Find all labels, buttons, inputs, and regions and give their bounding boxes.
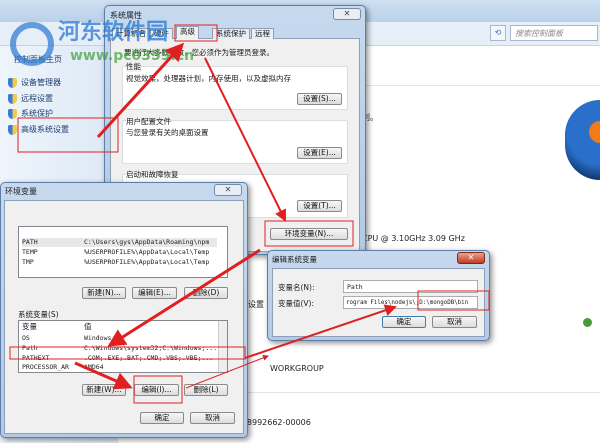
change-settings-icon[interactable] bbox=[583, 318, 592, 327]
watermark-name: 河东软件园 bbox=[58, 20, 169, 45]
sidebar-item-label: 远程设置 bbox=[21, 94, 53, 103]
scrollbar[interactable] bbox=[218, 321, 227, 372]
ok-button[interactable]: 确定 bbox=[140, 412, 184, 424]
user-new-button[interactable]: 新建(N)... bbox=[82, 287, 126, 299]
variable-value-label: 变量值(V): bbox=[278, 299, 315, 308]
var-value: C:\Windows\system32;C:\Windows;... bbox=[84, 344, 217, 352]
system-variables-label: 系统变量(S) bbox=[18, 310, 59, 319]
close-icon[interactable]: ✕ bbox=[457, 252, 485, 264]
profile-settings-button[interactable]: 设置(E)... bbox=[297, 147, 342, 159]
cpu-info: CPU @ 3.10GHz 3.09 GHz bbox=[362, 234, 465, 243]
shield-icon bbox=[8, 124, 17, 135]
var-value: %USERPROFILE%\AppData\Local\Temp bbox=[84, 248, 210, 256]
workgroup-value: WORKGROUP bbox=[270, 364, 324, 373]
dialog-title: 编辑系统变量 bbox=[272, 255, 317, 264]
sidebar-item-label: 高级系统设置 bbox=[21, 125, 69, 134]
dialog-title: 环境变量 bbox=[5, 187, 37, 196]
table-row[interactable]: Path C:\Windows\system32;C:\Windows;... bbox=[22, 344, 217, 353]
settings-text: 设置 bbox=[248, 300, 264, 309]
var-name: TEMP bbox=[22, 248, 38, 256]
windows-logo bbox=[565, 100, 600, 180]
group-title: 用户配置文件 bbox=[126, 117, 171, 126]
var-name: PROCESSOR_AR bbox=[22, 363, 69, 371]
variable-value-input[interactable]: rogram Files\nodejs\;D:\mongoDB\bin bbox=[343, 296, 478, 309]
column-header-value[interactable]: 值 bbox=[84, 322, 92, 331]
divider bbox=[248, 392, 600, 393]
close-icon[interactable]: ✕ bbox=[333, 8, 361, 20]
tab-remote[interactable]: 远程 bbox=[251, 28, 274, 39]
sidebar-item-advanced[interactable]: 高级系统设置 bbox=[8, 124, 69, 135]
product-id: -8992662-00006 bbox=[244, 418, 311, 427]
shield-icon bbox=[8, 77, 17, 88]
table-row[interactable]: TMP %USERPROFILE%\AppData\Local\Temp bbox=[22, 258, 217, 267]
table-row[interactable]: PATHEXT .COM;.EXE;.BAT;.CMD;.VBS;.VBE;... bbox=[22, 354, 217, 363]
table-row[interactable]: PROCESSOR_AR AMD64 bbox=[22, 363, 217, 372]
variable-name-input[interactable]: Path bbox=[343, 280, 478, 293]
var-name: Path bbox=[22, 344, 38, 352]
cancel-button[interactable]: 取消 bbox=[432, 316, 477, 328]
var-name: TMP bbox=[22, 258, 34, 266]
var-value: .COM;.EXE;.BAT;.CMD;.VBS;.VBE;... bbox=[84, 354, 214, 362]
var-value: AMD64 bbox=[84, 363, 104, 371]
var-value: C:\Users\gys\AppData\Roaming\npm bbox=[84, 238, 210, 246]
refresh-icon[interactable]: ⟲ bbox=[490, 25, 506, 41]
user-variables-list[interactable]: PATH C:\Users\gys\AppData\Roaming\npm TEM… bbox=[18, 226, 228, 278]
group-desc: 与您登录有关的桌面设置 bbox=[126, 128, 209, 137]
list-header: 变量 值 bbox=[22, 322, 217, 333]
variable-name-label: 变量名(N): bbox=[278, 283, 315, 292]
system-delete-button[interactable]: 删除(L) bbox=[184, 384, 228, 396]
table-row[interactable]: TEMP %USERPROFILE%\AppData\Local\Temp bbox=[22, 248, 217, 257]
shield-icon bbox=[8, 108, 17, 119]
sidebar-item-label: 系统保护 bbox=[21, 109, 53, 118]
user-edit-button[interactable]: 编辑(E)... bbox=[132, 287, 177, 299]
cancel-button[interactable]: 取消 bbox=[190, 412, 235, 424]
sidebar-item-remote[interactable]: 远程设置 bbox=[8, 93, 53, 104]
watermark-logo-icon bbox=[10, 22, 54, 66]
var-value: Windows_NT bbox=[84, 334, 124, 342]
tab-system-protection[interactable]: 系统保护 bbox=[212, 28, 250, 39]
startup-settings-button[interactable]: 设置(T)... bbox=[297, 200, 342, 212]
performance-settings-button[interactable]: 设置(S)... bbox=[297, 93, 342, 105]
divider bbox=[365, 85, 600, 86]
sidebar-item-device-manager[interactable]: 设备管理器 bbox=[8, 77, 61, 88]
table-row[interactable]: PATH C:\Users\gys\AppData\Roaming\npm bbox=[22, 238, 217, 247]
column-header-variable[interactable]: 变量 bbox=[22, 322, 37, 331]
group-desc: 视觉效果，处理器计划，内存使用，以及虚拟内存 bbox=[126, 74, 291, 83]
close-icon[interactable]: ✕ bbox=[214, 184, 242, 196]
shield-icon bbox=[8, 93, 17, 104]
environment-variables-button[interactable]: 环境变量(N)... bbox=[270, 228, 348, 240]
table-row[interactable]: OS Windows_NT bbox=[22, 334, 217, 343]
sidebar-item-protection[interactable]: 系统保护 bbox=[8, 108, 53, 119]
watermark-url: www.pc0359.cn bbox=[70, 48, 195, 64]
user-delete-button[interactable]: 删除(D) bbox=[184, 287, 228, 299]
var-name: PATHEXT bbox=[22, 354, 50, 362]
group-title: 启动和故障恢复 bbox=[126, 170, 179, 179]
system-edit-button[interactable]: 编辑(I)... bbox=[134, 384, 179, 396]
var-name: OS bbox=[22, 334, 30, 342]
var-name: PATH bbox=[22, 238, 38, 246]
tab-advanced[interactable]: 高级 bbox=[176, 26, 199, 39]
ok-button[interactable]: 确定 bbox=[382, 316, 426, 328]
var-value: %USERPROFILE%\AppData\Local\Temp bbox=[84, 258, 210, 266]
search-input[interactable]: 搜索控制面板 bbox=[510, 25, 598, 41]
system-new-button[interactable]: 新建(W)... bbox=[82, 384, 126, 396]
sidebar-item-label: 设备管理器 bbox=[21, 78, 61, 87]
system-variables-list[interactable]: 变量 值 OS Windows_NT Path C:\Windows\system32… bbox=[18, 320, 228, 373]
